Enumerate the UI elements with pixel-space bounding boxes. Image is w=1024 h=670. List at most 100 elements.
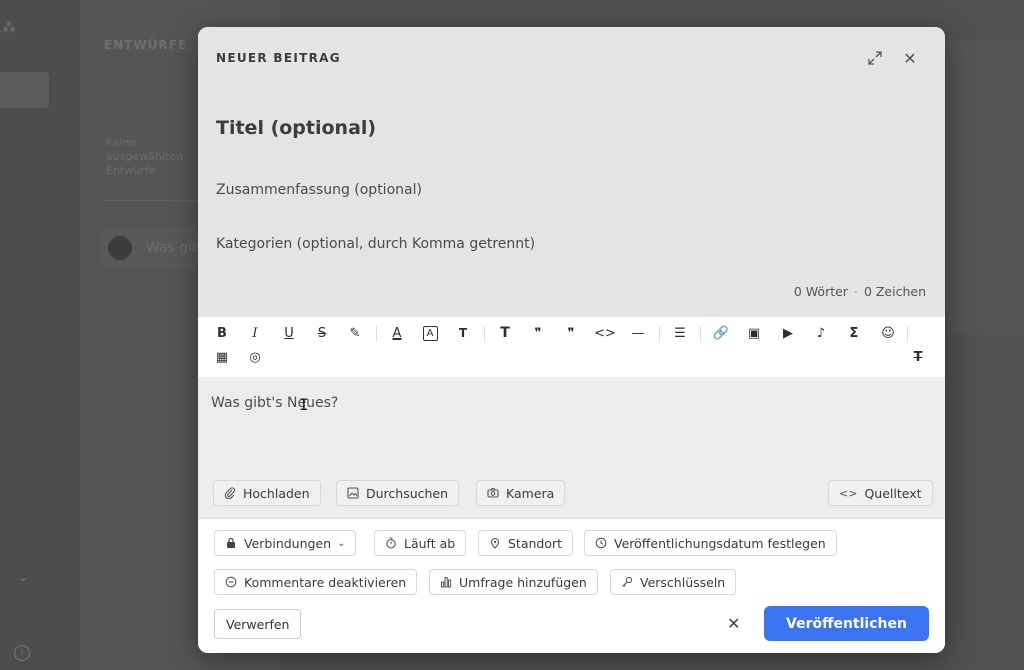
disable-comments-button[interactable]: Kommentare deaktivieren: [214, 569, 418, 595]
code-icon: <>: [839, 486, 858, 500]
bg-panel-title: ENTWÜRFE: [104, 38, 188, 52]
char-count: 0 Zeichen: [863, 284, 926, 299]
key-icon: [621, 576, 633, 588]
link-icon: 🔗: [712, 325, 730, 341]
spoiler-icon: ◎: [249, 349, 261, 365]
categories-input[interactable]: Kategorien (optional, durch Komma getren…: [216, 236, 916, 252]
font-size-icon: T: [458, 326, 468, 340]
background-color-button[interactable]: A: [419, 322, 441, 344]
location-label: Standort: [508, 535, 563, 551]
upload-button[interactable]: Hochladen: [213, 480, 321, 506]
code-icon: <>: [594, 325, 616, 341]
formula-icon: Σ: [849, 325, 859, 341]
italic-button[interactable]: I: [244, 322, 266, 344]
highlight-icon: ✎: [349, 325, 361, 341]
post-meta-section: NEUER BEITRAG ✕ Titel (optional) Zusamme…: [198, 27, 945, 317]
source-button[interactable]: <> Quelltext: [828, 480, 933, 506]
close-icon: ✕: [903, 48, 917, 68]
audio-button[interactable]: ♪: [810, 322, 832, 344]
discard-button[interactable]: Verwerfen: [214, 609, 302, 639]
bg-right-panel: [944, 40, 1024, 335]
summary-input[interactable]: Zusammenfassung (optional): [216, 182, 916, 198]
image-icon: [347, 487, 359, 499]
publish-button[interactable]: Veröffentlichen: [764, 606, 929, 641]
formatting-toolbar: B I U S ✎ A A T T ❞ ❞ <> — ☰ 🔗 ▣ ▶ ♪ Σ ☺ ▦ ◎ T: [198, 317, 945, 377]
bold-icon: B: [217, 325, 227, 341]
connections-dropdown[interactable]: Verbindungen ⌄: [214, 530, 357, 556]
text-color-button[interactable]: A: [386, 322, 408, 344]
encrypt-button[interactable]: Verschlüsseln: [610, 569, 737, 595]
horizontal-rule-button[interactable]: —: [627, 322, 649, 344]
table-icon: ▦: [215, 349, 229, 365]
chevron-down-icon: ⌄: [337, 537, 346, 549]
image-button[interactable]: ▣: [743, 322, 765, 344]
bg-chevron-down-icon: ⌄: [18, 570, 29, 584]
clock-icon: [595, 537, 607, 549]
lock-icon: [225, 537, 237, 549]
underline-icon: U: [284, 325, 294, 341]
highlight-button[interactable]: ✎: [344, 322, 366, 344]
disable-comments-label: Kommentare deaktivieren: [244, 574, 407, 590]
location-pin-icon: [489, 537, 501, 549]
word-char-counter: 0 Wörter · 0 Zeichen: [793, 284, 926, 299]
add-poll-button[interactable]: Umfrage hinzufügen: [429, 569, 598, 595]
clear-button[interactable]: ✕: [727, 614, 740, 633]
strikethrough-button[interactable]: S: [311, 322, 333, 344]
image-icon: ▣: [747, 325, 761, 341]
toolbar-separator: [907, 326, 908, 341]
source-label: Quelltext: [864, 485, 922, 501]
discard-label: Verwerfen: [226, 616, 290, 632]
font-size-button[interactable]: T: [452, 322, 474, 344]
text-cursor-icon: I: [299, 395, 309, 414]
text-color-icon: A: [392, 325, 402, 341]
timer-icon: [385, 537, 397, 549]
location-button[interactable]: Standort: [478, 530, 574, 556]
code-button[interactable]: <>: [594, 322, 616, 344]
browse-button[interactable]: Durchsuchen: [336, 480, 460, 506]
quote-block-icon: ❞: [534, 325, 542, 341]
editor-area[interactable]: Was gibt's Neues? I: [198, 377, 945, 469]
clear-format-icon: T: [913, 349, 923, 365]
table-button[interactable]: ▦: [211, 346, 233, 368]
quote-button[interactable]: ❞: [560, 322, 582, 344]
list-button[interactable]: ☰: [669, 322, 691, 344]
formula-button[interactable]: Σ: [843, 322, 865, 344]
list-icon: ☰: [674, 325, 686, 341]
bg-draft-entry-text: Was gib: [146, 240, 201, 256]
encrypt-label: Verschlüsseln: [640, 574, 726, 590]
title-input[interactable]: Titel (optional): [216, 117, 916, 139]
spoiler-button[interactable]: ◎: [244, 346, 266, 368]
toolbar-separator: [700, 326, 701, 341]
quote-block-button[interactable]: ❞: [527, 322, 549, 344]
italic-icon: I: [252, 325, 258, 341]
bg-avatar: [108, 236, 132, 260]
add-poll-label: Umfrage hinzufügen: [459, 574, 587, 590]
emoji-icon: ☺: [881, 325, 895, 341]
clear-format-button[interactable]: T: [907, 346, 929, 368]
expires-button[interactable]: Läuft ab: [374, 530, 467, 556]
camera-icon: [487, 487, 499, 499]
heading-button[interactable]: T: [494, 322, 516, 344]
video-button[interactable]: ▶: [777, 322, 799, 344]
underline-button[interactable]: U: [278, 322, 300, 344]
strikethrough-icon: S: [317, 325, 327, 341]
camera-button[interactable]: Kamera: [476, 480, 566, 506]
close-dialog-button[interactable]: ✕: [898, 47, 922, 69]
bg-panel-text: Keine ausgewählten Entwürfe: [106, 136, 184, 177]
audio-icon: ♪: [816, 325, 826, 341]
link-button[interactable]: 🔗: [710, 322, 732, 344]
word-count: 0 Wörter: [793, 284, 848, 299]
schedule-label: Veröffentlichungsdatum festlegen: [614, 535, 826, 551]
emoji-button[interactable]: ☺: [877, 322, 899, 344]
expires-label: Läuft ab: [404, 535, 456, 551]
schedule-button[interactable]: Veröffentlichungsdatum festlegen: [584, 530, 837, 556]
bold-button[interactable]: B: [211, 322, 233, 344]
toolbar-separator: [484, 326, 485, 341]
horizontal-rule-icon: —: [631, 325, 645, 341]
heading-icon: T: [500, 325, 510, 341]
expand-button[interactable]: [863, 47, 887, 69]
toolbar-separator: [376, 326, 377, 341]
bg-sidebar-active-item: [0, 72, 49, 108]
quote-icon: ❞: [567, 325, 575, 341]
toolbar-separator: [659, 326, 660, 341]
